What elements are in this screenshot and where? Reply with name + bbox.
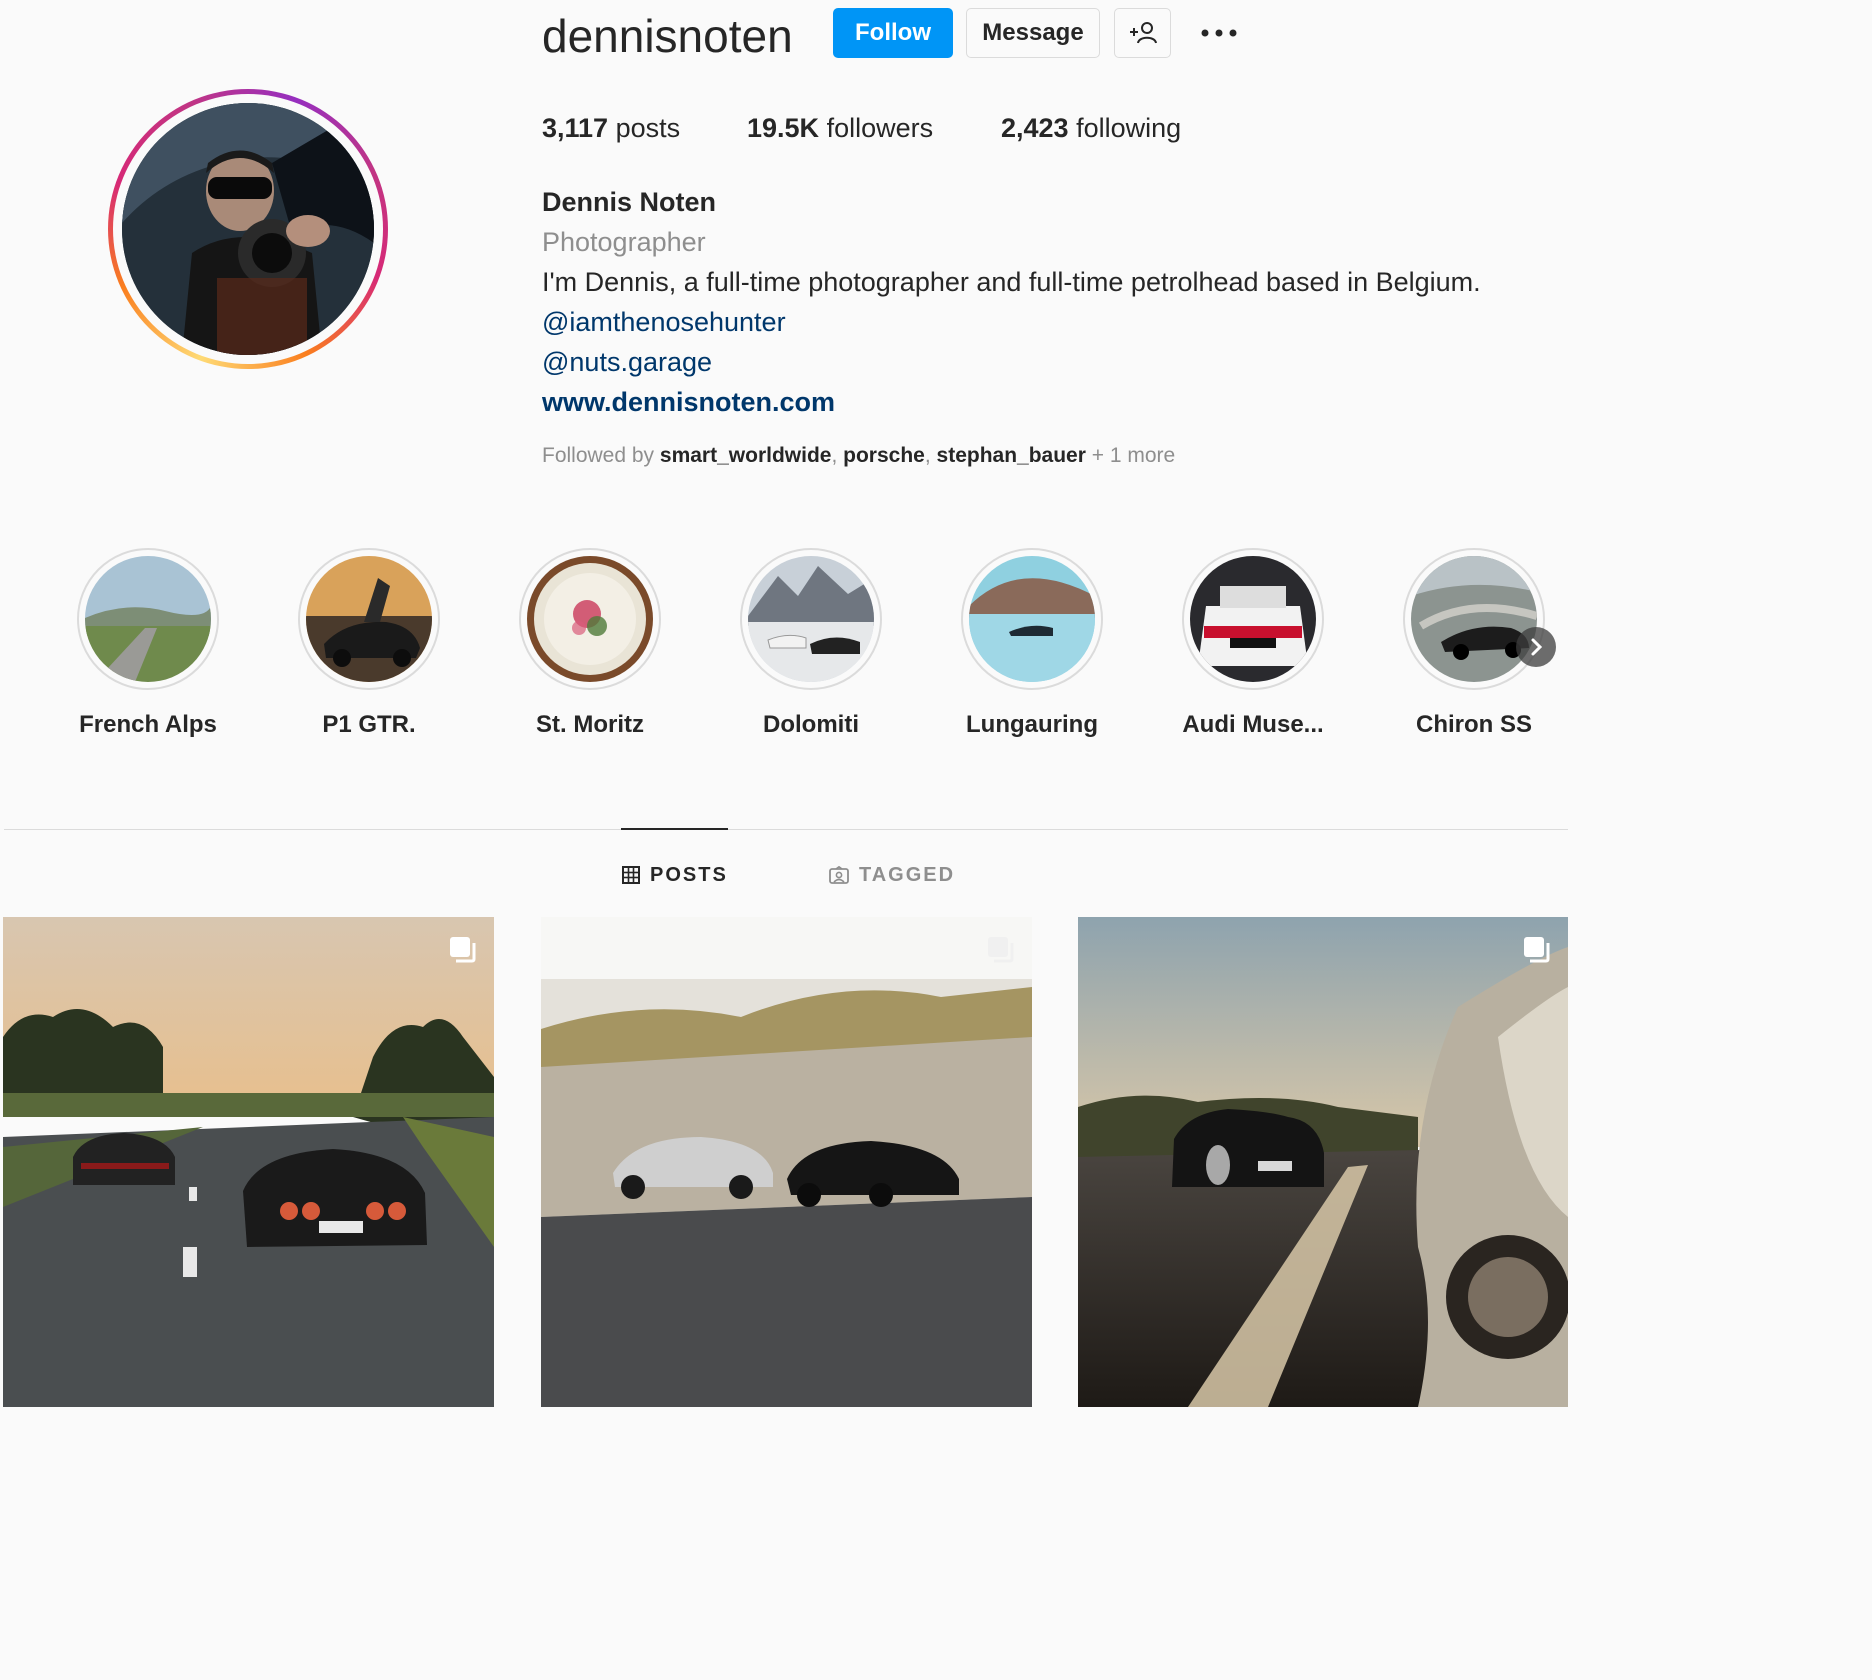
more-options-button[interactable]: [1198, 18, 1240, 48]
followed-by: Followed by smart_worldwide, porsche, st…: [542, 444, 1176, 467]
posts-count: 3,117 posts: [542, 110, 680, 146]
highlight-item[interactable]: French Alps: [48, 548, 248, 740]
highlight-cover: [1190, 556, 1316, 682]
bio-mention-link[interactable]: @iamthenosehunter: [542, 304, 786, 340]
highlight-item[interactable]: Audi Muse...: [1153, 548, 1353, 740]
followers-count[interactable]: 19.5K followers: [747, 110, 933, 146]
highlight-label: Audi Muse...: [1182, 711, 1324, 738]
following-label: following: [1076, 113, 1182, 143]
highlight-item[interactable]: Lungauring: [932, 548, 1132, 740]
highlight-item[interactable]: Dolomiti: [711, 548, 911, 740]
highlight-label: Lungauring: [966, 711, 1098, 738]
followed-by-account[interactable]: smart_worldwide: [660, 444, 832, 467]
bio-mention-link[interactable]: @nuts.garage: [542, 344, 712, 380]
active-tab-indicator: [621, 828, 728, 830]
followed-by-account[interactable]: stephan_bauer: [937, 444, 1086, 467]
post-thumbnail[interactable]: [3, 917, 494, 1407]
highlight-label: Chiron SS: [1415, 711, 1532, 738]
highlight-label: St. Moritz: [536, 711, 644, 738]
posts-label: posts: [615, 113, 681, 143]
highlight-cover: [527, 556, 653, 682]
follow-button[interactable]: Follow: [833, 8, 953, 58]
tab-posts-label: POSTS: [650, 863, 728, 886]
grid-icon: [622, 866, 640, 884]
website-link[interactable]: www.dennisnoten.com: [542, 384, 835, 420]
tabs-divider: [4, 829, 1568, 830]
multiple-photos-icon: [1524, 937, 1550, 963]
post-thumbnail[interactable]: [1078, 917, 1568, 1407]
highlight-cover: [1411, 556, 1537, 682]
followers-label: followers: [826, 113, 934, 143]
tab-tagged[interactable]: TAGGED: [829, 858, 955, 892]
highlight-item[interactable]: P1 GTR.: [269, 548, 469, 740]
tagged-icon: [829, 866, 849, 884]
multiple-photos-icon: [450, 937, 476, 963]
followed-by-account[interactable]: porsche: [843, 444, 925, 467]
post-thumbnail[interactable]: [541, 917, 1032, 1407]
tab-tagged-label: TAGGED: [859, 863, 956, 886]
chevron-right-icon: [1531, 638, 1543, 656]
profile-avatar[interactable]: [108, 89, 388, 369]
highlights-next-button[interactable]: [1516, 627, 1556, 667]
followed-by-prefix: Followed by: [542, 444, 655, 467]
message-button[interactable]: Message: [966, 8, 1100, 58]
followers-value: 19.5K: [747, 113, 820, 143]
highlight-item[interactable]: St. Moritz: [490, 548, 690, 740]
profile-category: Photographer: [542, 227, 706, 257]
suggested-accounts-button[interactable]: [1114, 8, 1171, 58]
posts-value: 3,117: [542, 113, 609, 143]
profile-username: dennisnoten: [542, 10, 793, 62]
following-value: 2,423: [1001, 113, 1069, 143]
highlight-label: French Alps: [79, 711, 217, 738]
full-name: Dennis Noten: [542, 187, 717, 217]
add-person-icon: [1129, 22, 1157, 44]
bio-text: I'm Dennis, a full-time photographer and…: [542, 267, 1481, 297]
following-count[interactable]: 2,423 following: [1001, 110, 1181, 146]
highlight-label: Dolomiti: [763, 711, 859, 738]
highlight-cover: [85, 556, 211, 682]
multiple-photos-icon: [988, 937, 1014, 963]
tab-posts[interactable]: POSTS: [622, 858, 728, 892]
followed-by-more[interactable]: + 1 more: [1092, 444, 1175, 467]
highlight-cover: [748, 556, 874, 682]
highlight-label: P1 GTR.: [322, 711, 416, 738]
more-options-icon: [1201, 29, 1237, 37]
highlight-cover: [969, 556, 1095, 682]
avatar-photo: [122, 103, 374, 355]
highlight-cover: [306, 556, 432, 682]
